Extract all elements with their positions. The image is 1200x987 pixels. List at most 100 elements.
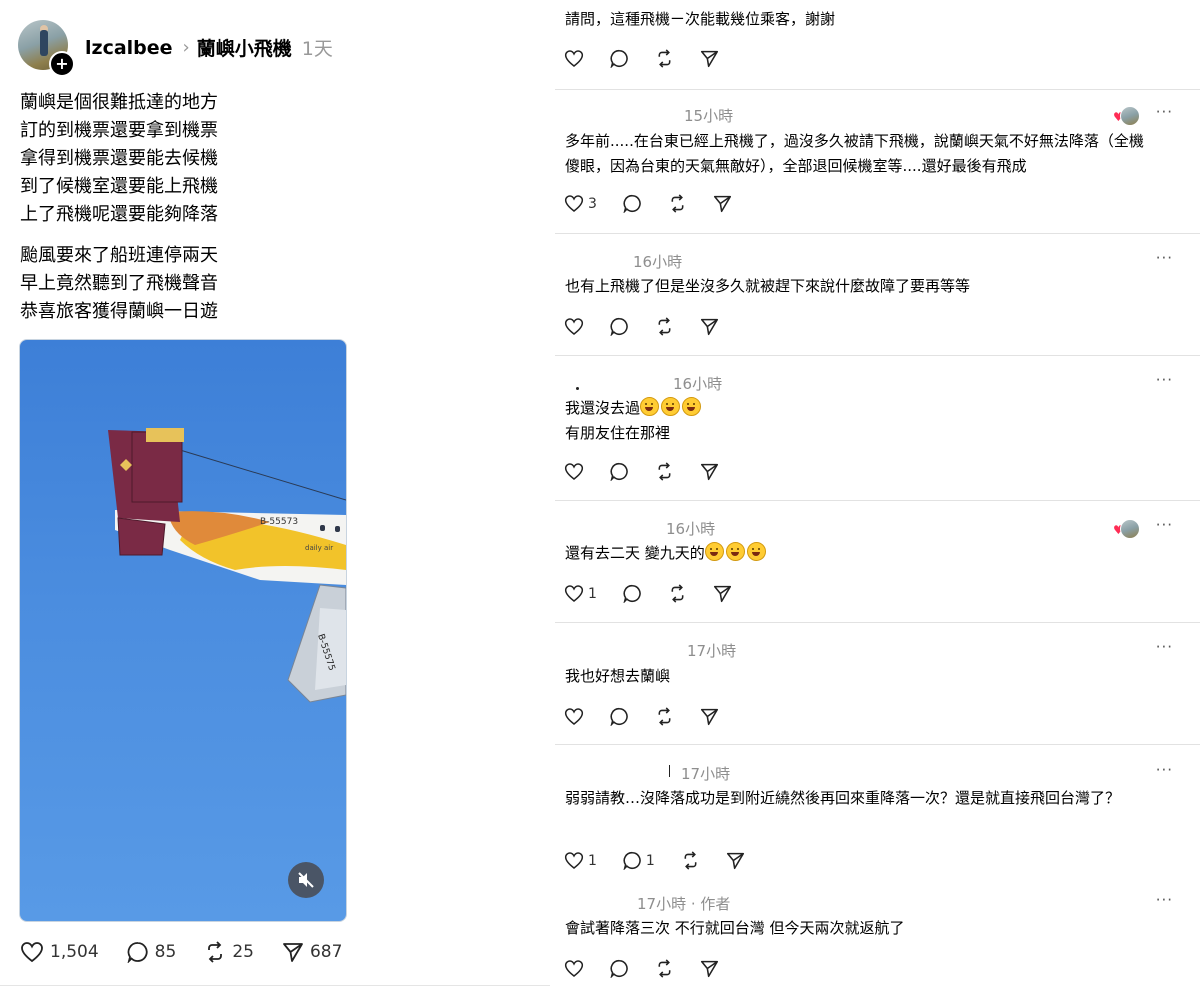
- paper-plane-icon: [713, 585, 731, 603]
- repost-icon: [671, 584, 684, 603]
- comment-reply-button[interactable]: [610, 959, 629, 978]
- more-options-button[interactable]: ···: [1156, 638, 1173, 656]
- speech-bubble-icon: [610, 317, 628, 336]
- post-line: 早上竟然聽到了飛機聲音: [20, 273, 218, 294]
- comment-like-button[interactable]: [564, 462, 584, 481]
- follow-plus-icon[interactable]: +: [49, 51, 75, 77]
- post-line: 訂的到機票還要拿到機票: [20, 120, 218, 141]
- more-options-button[interactable]: ···: [1156, 249, 1173, 267]
- comment-share-button[interactable]: [700, 462, 719, 481]
- reply-count: 85: [154, 942, 177, 962]
- comment-like-button[interactable]: [564, 49, 584, 68]
- repost-icon: [208, 941, 223, 963]
- post-line: 上了飛機呢還要能夠降落: [20, 204, 218, 225]
- author-avatar[interactable]: +: [18, 20, 75, 77]
- comment-like-button[interactable]: [564, 707, 584, 726]
- post-line: 恭喜旅客獲得蘭嶼一日遊: [20, 301, 218, 322]
- comment-timestamp[interactable]: 16小時: [673, 373, 722, 394]
- speech-bubble-icon: [127, 942, 148, 963]
- more-options-button[interactable]: ···: [1156, 516, 1173, 534]
- comment-divider: [555, 89, 1200, 90]
- more-options-button[interactable]: ···: [1156, 103, 1173, 121]
- repost-icon: [658, 462, 671, 481]
- comment-repost-button[interactable]: [655, 49, 674, 68]
- comment-like-button[interactable]: [564, 959, 584, 978]
- topic-tag[interactable]: 蘭嶼小飛機: [197, 34, 292, 61]
- comment-reply-button[interactable]: [610, 707, 629, 726]
- speech-bubble-icon: [610, 707, 628, 726]
- comment-divider: [555, 355, 1200, 356]
- post-line: 到了候機室還要能上飛機: [20, 176, 218, 197]
- comment-share-button[interactable]: [713, 194, 732, 213]
- divider: [0, 985, 550, 986]
- comment-reply-button[interactable]: [610, 49, 629, 68]
- comment-reply-button[interactable]: [623, 194, 642, 213]
- aircraft-registration-text: B-55573: [260, 517, 298, 527]
- heart-icon: [564, 960, 584, 977]
- heart-icon: [564, 585, 584, 602]
- comment-share-button[interactable]: [726, 851, 745, 870]
- share-button[interactable]: 687: [282, 941, 342, 963]
- comment-timestamp[interactable]: 16小時: [633, 251, 682, 272]
- comment-reply-button[interactable]: 1: [623, 851, 655, 870]
- comment-like-count: 3: [588, 195, 597, 212]
- comment-repost-button[interactable]: [655, 959, 674, 978]
- comment-share-button[interactable]: [700, 959, 719, 978]
- comment-text: 還有去二天 變九天的: [565, 541, 1155, 566]
- comment-repost-button[interactable]: [655, 462, 674, 481]
- comment-like-button[interactable]: 1: [564, 851, 597, 870]
- comment-repost-button[interactable]: [668, 194, 687, 213]
- heart-icon: [564, 195, 584, 212]
- comment-timestamp[interactable]: 17小時: [681, 763, 730, 784]
- emoji-icon: [682, 397, 702, 416]
- repost-button[interactable]: 25: [204, 941, 254, 963]
- comment-repost-button[interactable]: [655, 317, 674, 336]
- post-video[interactable]: B-55573 daily air B-55575: [19, 339, 347, 922]
- comment-like-button[interactable]: 1: [564, 584, 597, 603]
- author-username[interactable]: lzcalbee: [85, 37, 173, 59]
- comment-text: 請問，這種飛機ㄧ次能載幾位乘客，謝謝: [565, 10, 836, 28]
- comment-repost-button[interactable]: [668, 584, 687, 603]
- comment-like-button[interactable]: [564, 317, 584, 336]
- comment-share-button[interactable]: [700, 317, 719, 336]
- comment-like-button[interactable]: 3: [564, 194, 597, 213]
- comment-text: 我也好想去蘭嶼: [565, 667, 671, 685]
- comment-timestamp[interactable]: 17小時: [637, 895, 686, 913]
- post-line: 拿得到機票還要能去候機: [20, 148, 218, 169]
- comment-action-bar: [564, 317, 745, 336]
- comment-reply-button[interactable]: [610, 462, 629, 481]
- repost-count: 25: [232, 942, 254, 962]
- comment-share-button[interactable]: [713, 584, 732, 603]
- comment-share-button[interactable]: [700, 707, 719, 726]
- comment-reply-button[interactable]: [610, 317, 629, 336]
- comment-action-bar: [564, 462, 745, 481]
- paper-plane-icon: [700, 463, 719, 481]
- liked-by-indicator: ♥: [1113, 519, 1140, 539]
- comment-timestamp[interactable]: 15小時: [684, 105, 733, 126]
- post-header: lzcalbee › 蘭嶼小飛機 1天: [85, 34, 333, 61]
- post-action-bar: 1,504 85 25 687: [20, 941, 370, 963]
- comment-text: 會試著降落三次 不行就回台灣 但今天兩次就返航了: [565, 919, 905, 937]
- comment-reply-button[interactable]: [623, 584, 642, 603]
- comment-timestamp-line: 17小時 · 作者: [637, 893, 730, 914]
- paper-plane-icon: [283, 943, 303, 962]
- more-options-button[interactable]: ···: [1156, 761, 1173, 779]
- reply-button[interactable]: 85: [127, 941, 177, 963]
- emoji-icon: [725, 542, 745, 561]
- post-timestamp[interactable]: 1天: [302, 34, 333, 61]
- more-options-button[interactable]: ···: [1156, 371, 1173, 389]
- comment-timestamp[interactable]: 17小時: [687, 640, 736, 661]
- comment-timestamp[interactable]: 16小時: [666, 518, 715, 539]
- comment-share-button[interactable]: [700, 49, 719, 68]
- chevron-right-icon: ›: [182, 37, 190, 58]
- comment-repost-button[interactable]: [655, 707, 674, 726]
- mute-button[interactable]: [288, 862, 324, 898]
- comment-like-count: 1: [588, 852, 597, 869]
- paper-plane-icon: [700, 50, 719, 68]
- comment-repost-button[interactable]: [681, 851, 700, 870]
- like-count: 1,504: [50, 942, 99, 962]
- like-button[interactable]: 1,504: [20, 941, 99, 963]
- post-body: 蘭嶼是個很難抵達的地方 訂的到機票還要拿到機票 拿得到機票還要能去候機 到了候機…: [20, 89, 218, 339]
- heart-icon: [21, 942, 43, 963]
- more-options-button[interactable]: ···: [1156, 891, 1173, 909]
